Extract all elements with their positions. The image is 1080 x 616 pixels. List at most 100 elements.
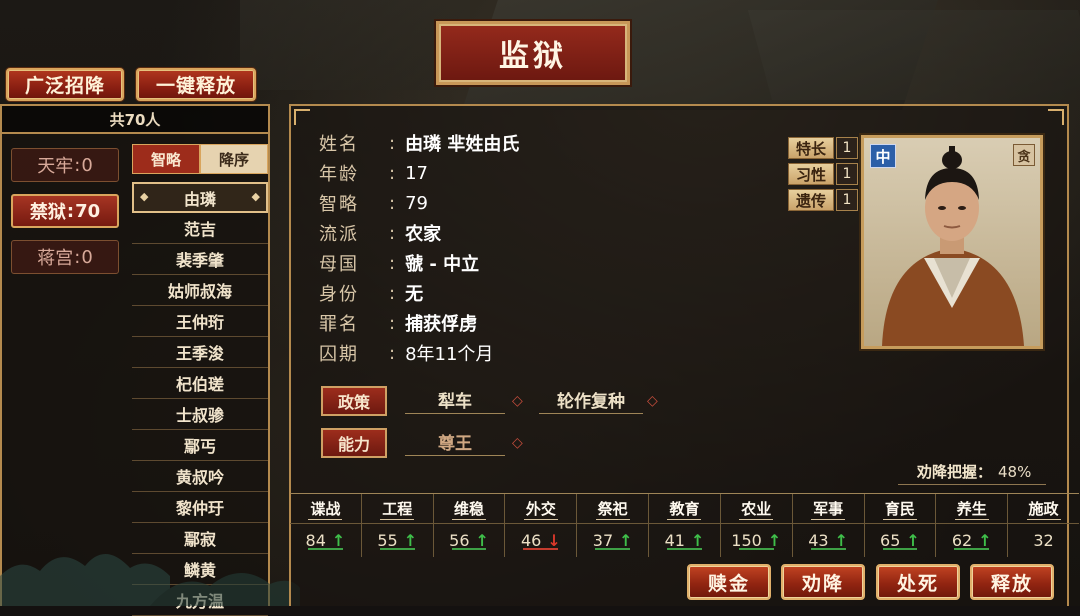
skill-value-text: 43 bbox=[808, 530, 829, 550]
diamond-icon: ◇ bbox=[512, 435, 523, 451]
panel-corner bbox=[1048, 109, 1064, 125]
skill-name-text: 施政 bbox=[1026, 499, 1061, 520]
policy-slot[interactable]: 轮作复种 bbox=[539, 386, 643, 414]
trait-count: 1 bbox=[836, 137, 858, 159]
skill-name-text: 农业 bbox=[739, 499, 774, 520]
skill-name: 农业 bbox=[720, 494, 792, 524]
persuade-label: 劝降把握： bbox=[917, 463, 993, 481]
info-row-age: 年龄: 17 bbox=[319, 158, 519, 188]
info-row-crime: 罪名: 捕获俘虏 bbox=[319, 308, 519, 338]
prisoner-list-item[interactable]: 裴季肇 bbox=[132, 244, 268, 275]
prison-count: 0 bbox=[81, 154, 93, 176]
persuade-value: 48% bbox=[998, 463, 1032, 481]
arrow-up-icon: ↑ bbox=[619, 530, 633, 550]
execute-button[interactable]: 处死 bbox=[876, 564, 960, 600]
trait-habit[interactable]: 习性 1 bbox=[788, 163, 858, 185]
prisoner-list-item[interactable]: 杞伯瑳 bbox=[132, 368, 268, 399]
skill-table: 谍战 84 ↑ 工程 55 ↑ 维稳 56 ↑ 外交 46 ↓ 祭祀 37 ↑ 教育 41… bbox=[290, 493, 1079, 557]
skill-column: 军事 43 ↑ bbox=[791, 494, 864, 557]
policy-button[interactable]: 政策 bbox=[321, 386, 387, 416]
skill-value: 46 ↓ bbox=[505, 524, 576, 556]
ability-button[interactable]: 能力 bbox=[321, 428, 387, 458]
prisoner-list-item[interactable]: 王仲珩 bbox=[132, 306, 268, 337]
skill-column: 养生 62 ↑ bbox=[935, 494, 1008, 557]
prison-tab-jianggong[interactable]: 蒋宫 : 0 bbox=[11, 240, 119, 274]
persuade-button[interactable]: 劝降 bbox=[781, 564, 865, 600]
portrait-image bbox=[864, 138, 1040, 346]
skill-value: 43 ↑ bbox=[793, 524, 864, 556]
info-key: 智略 bbox=[319, 194, 359, 215]
info-value: 无 bbox=[405, 284, 424, 305]
trait-label: 特长 bbox=[788, 137, 834, 159]
skill-value-text: 84 bbox=[305, 530, 326, 550]
prisoner-list-item[interactable]: 黄叔吟 bbox=[132, 461, 268, 492]
prisoner-list-item[interactable]: 士叔骖 bbox=[132, 399, 268, 430]
info-colon: : bbox=[389, 162, 396, 184]
skill-bar bbox=[523, 548, 559, 550]
arrow-up-icon: ↑ bbox=[834, 530, 848, 550]
prison-tab-tianlao[interactable]: 天牢 : 0 bbox=[11, 148, 119, 182]
skill-name: 施政 bbox=[1008, 494, 1079, 524]
trait-specialty[interactable]: 特长 1 bbox=[788, 137, 858, 159]
persuade-chance: 劝降把握： 48% bbox=[917, 461, 1031, 482]
arrow-up-icon: ↑ bbox=[767, 530, 782, 550]
skill-name: 教育 bbox=[649, 494, 720, 524]
info-key: 姓名 bbox=[319, 134, 359, 155]
arrow-up-icon: ↑ bbox=[690, 530, 705, 550]
sort-controls: 智略 降序 bbox=[132, 144, 268, 174]
prisoner-list-item[interactable]: 姑师叔海 bbox=[132, 275, 268, 306]
divider bbox=[898, 484, 1046, 485]
skill-name-text: 谍战 bbox=[308, 499, 343, 520]
skill-name: 养生 bbox=[936, 494, 1008, 524]
diamond-icon: ◇ bbox=[647, 393, 658, 409]
prisoner-portrait: 中 贪 bbox=[861, 135, 1043, 349]
info-key: 囚期 bbox=[319, 344, 359, 365]
info-row-school: 流派: 农家 bbox=[319, 218, 519, 248]
skill-bar bbox=[308, 548, 343, 550]
skill-name-text: 外交 bbox=[523, 499, 558, 520]
skill-column: 谍战 84 ↑ bbox=[290, 494, 361, 557]
skill-name: 工程 bbox=[361, 494, 433, 524]
ransom-button[interactable]: 赎金 bbox=[687, 564, 771, 600]
skill-column: 施政 32 bbox=[1007, 494, 1079, 557]
sort-order-button[interactable]: 降序 bbox=[200, 144, 268, 174]
prison-tab-jinyu[interactable]: 禁狱 : 70 bbox=[11, 194, 119, 228]
skill-name-text: 工程 bbox=[380, 499, 415, 520]
sort-field-button[interactable]: 智略 bbox=[132, 144, 200, 174]
skill-name: 维稳 bbox=[433, 494, 505, 524]
trait-count: 1 bbox=[836, 163, 858, 185]
prison-label: 天牢 bbox=[37, 156, 74, 177]
ability-slot[interactable]: 尊王 bbox=[405, 428, 505, 456]
skill-name: 外交 bbox=[505, 494, 577, 524]
panel-corner bbox=[294, 109, 310, 125]
info-key: 流派 bbox=[319, 224, 359, 245]
prisoner-list-item[interactable]: 王季浚 bbox=[132, 337, 268, 368]
skill-value-text: 62 bbox=[951, 530, 973, 550]
trait-heredity[interactable]: 遗传 1 bbox=[788, 189, 858, 211]
skill-column: 工程 55 ↑ bbox=[360, 494, 433, 557]
skill-value-text: 65 bbox=[880, 530, 901, 550]
prison-label: 禁狱 bbox=[29, 202, 66, 223]
skill-bar bbox=[451, 548, 487, 550]
skill-name: 育民 bbox=[864, 494, 936, 524]
skill-name: 谍战 bbox=[290, 494, 361, 524]
skill-column: 维稳 56 ↑ bbox=[432, 494, 505, 557]
skill-bar bbox=[954, 548, 990, 550]
release-all-button[interactable]: 一键释放 bbox=[136, 68, 256, 101]
skill-name-text: 养生 bbox=[954, 499, 989, 520]
prisoner-list-item[interactable]: 范吉 bbox=[132, 213, 268, 244]
policy-slot[interactable]: 犁车 bbox=[405, 386, 505, 414]
recruit-all-button[interactable]: 广泛招降 bbox=[6, 68, 124, 101]
info-value: 捕获俘虏 bbox=[405, 314, 478, 335]
info-colon: : bbox=[389, 192, 396, 214]
arrow-up-icon: ↑ bbox=[403, 530, 418, 550]
info-colon: : bbox=[389, 282, 396, 304]
release-button[interactable]: 释放 bbox=[970, 564, 1054, 600]
trait-label: 习性 bbox=[788, 163, 834, 185]
prisoner-list-item[interactable]: 由璘 bbox=[132, 182, 268, 213]
arrow-up-icon: ↑ bbox=[475, 530, 489, 550]
info-value: 17 bbox=[405, 162, 428, 184]
info-key: 母国 bbox=[319, 254, 359, 275]
prisoner-list-item[interactable]: 鄢丐 bbox=[132, 430, 268, 461]
skill-column: 祭祀 37 ↑ bbox=[576, 494, 649, 557]
